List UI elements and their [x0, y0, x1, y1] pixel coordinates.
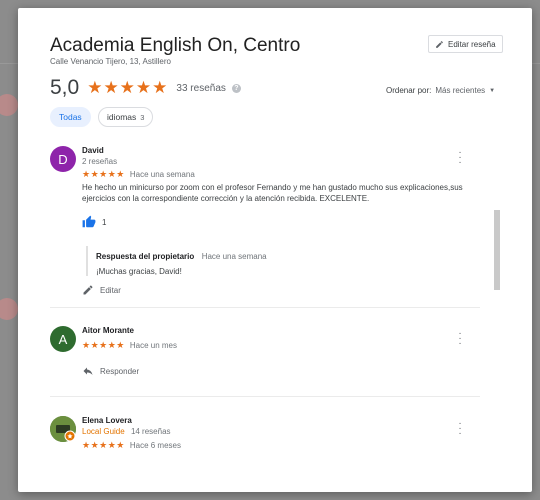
background-avatar [0, 94, 18, 116]
reviewer-meta: Local Guide 14 reseñas [82, 427, 171, 436]
like-button[interactable]: 1 [82, 215, 106, 229]
reply-icon [83, 367, 93, 375]
review-rating: ★★★★★ Hace 6 meses [82, 440, 181, 451]
pencil-icon [83, 285, 93, 295]
review-rating: ★★★★★ Hace una semana [82, 169, 195, 180]
owner-reply-label: Respuesta del propietario [96, 252, 195, 261]
background-avatar [0, 298, 18, 320]
sort-value: Más recientes [435, 86, 486, 95]
owner-reply-text: ¡Muchas gracias, David! [96, 267, 182, 276]
review-stars: ★★★★★ [82, 440, 125, 450]
edit-review-label: Editar reseña [448, 39, 496, 49]
review-count: 33 reseñas [176, 82, 226, 94]
more-options-icon[interactable]: · · · [456, 419, 464, 439]
edit-reply-button[interactable]: Editar [82, 284, 121, 296]
avatar-letter: A [58, 331, 68, 347]
review-item: Elena Lovera Local Guide 14 reseñas ★★★★… [50, 416, 480, 466]
filter-chip-label: Todas [59, 112, 82, 122]
review-time: Hace una semana [129, 170, 195, 179]
like-count: 1 [102, 217, 107, 227]
avatar[interactable]: D [50, 146, 76, 172]
rating-stars: ★★★★★ [87, 78, 169, 97]
reviews-dialog: Academia English On, Centro Calle Venanc… [18, 8, 532, 492]
filter-chip-all[interactable]: Todas [50, 107, 91, 127]
edit-reply-label: Editar [100, 285, 121, 295]
review-time: Hace un mes [129, 341, 177, 350]
review-text: He hecho un minicurso por zoom con el pr… [82, 183, 463, 203]
avatar[interactable]: A [50, 326, 76, 352]
review-stars: ★★★★★ [82, 169, 125, 179]
rating-summary: 5,0 ★★★★★ 33 reseñas ? [50, 76, 241, 100]
avatar-photo-icon [50, 416, 76, 442]
reviewer-name[interactable]: Aitor Morante [82, 326, 134, 335]
filter-chip-idiomas[interactable]: idiomas 3 [98, 107, 154, 127]
reviewer-name[interactable]: Elena Lovera [82, 416, 132, 425]
reviews-list[interactable]: D David 2 reseñas ★★★★★ Hace una semana … [18, 138, 532, 492]
reply-button[interactable]: Responder [82, 365, 139, 377]
local-guide-badge: Local Guide [82, 427, 125, 436]
edit-review-button[interactable]: Editar reseña [428, 35, 503, 53]
reviewer-review-count: 14 reseñas [130, 427, 171, 436]
more-options-icon[interactable]: · · · [456, 148, 464, 168]
background-divider [532, 63, 540, 64]
owner-reply-time: Hace una semana [201, 252, 267, 261]
more-options-icon[interactable]: · · · [456, 329, 464, 349]
scrollbar-thumb[interactable] [494, 210, 500, 290]
review-divider [50, 396, 480, 397]
reviewer-name[interactable]: David [82, 146, 104, 155]
reviewer-meta: 2 reseñas [82, 157, 118, 166]
owner-reply: Respuesta del propietario Hace una seman… [86, 246, 466, 276]
sort-dropdown[interactable]: Ordenar por: Más recientes ▼ [386, 86, 495, 95]
review-item: D David 2 reseñas ★★★★★ Hace una semana … [50, 146, 480, 296]
rating-value: 5,0 [50, 76, 80, 99]
review-rating: ★★★★★ Hace un mes [82, 340, 177, 351]
place-title: Academia English On, Centro [50, 35, 301, 56]
filter-chip-label: idiomas [107, 112, 137, 122]
review-item: A Aitor Morante ★★★★★ Hace un mes · · · Re… [50, 326, 480, 386]
reply-label: Responder [100, 366, 140, 376]
avatar[interactable] [50, 416, 76, 442]
help-icon[interactable]: ? [231, 83, 241, 93]
review-time: Hace 6 meses [129, 441, 181, 450]
sort-label: Ordenar por: [386, 86, 432, 95]
avatar-letter: D [58, 151, 68, 167]
filter-chip-count: 3 [140, 112, 145, 122]
background-divider [0, 63, 18, 64]
review-stars: ★★★★★ [82, 340, 125, 350]
pencil-icon [436, 40, 443, 48]
place-address: Calle Venancio Tijero, 13, Astillero [50, 57, 171, 66]
chevron-down-icon: ▼ [489, 87, 496, 94]
thumbs-up-icon [82, 215, 96, 228]
scrollbar[interactable] [494, 210, 500, 290]
review-divider [50, 307, 480, 308]
